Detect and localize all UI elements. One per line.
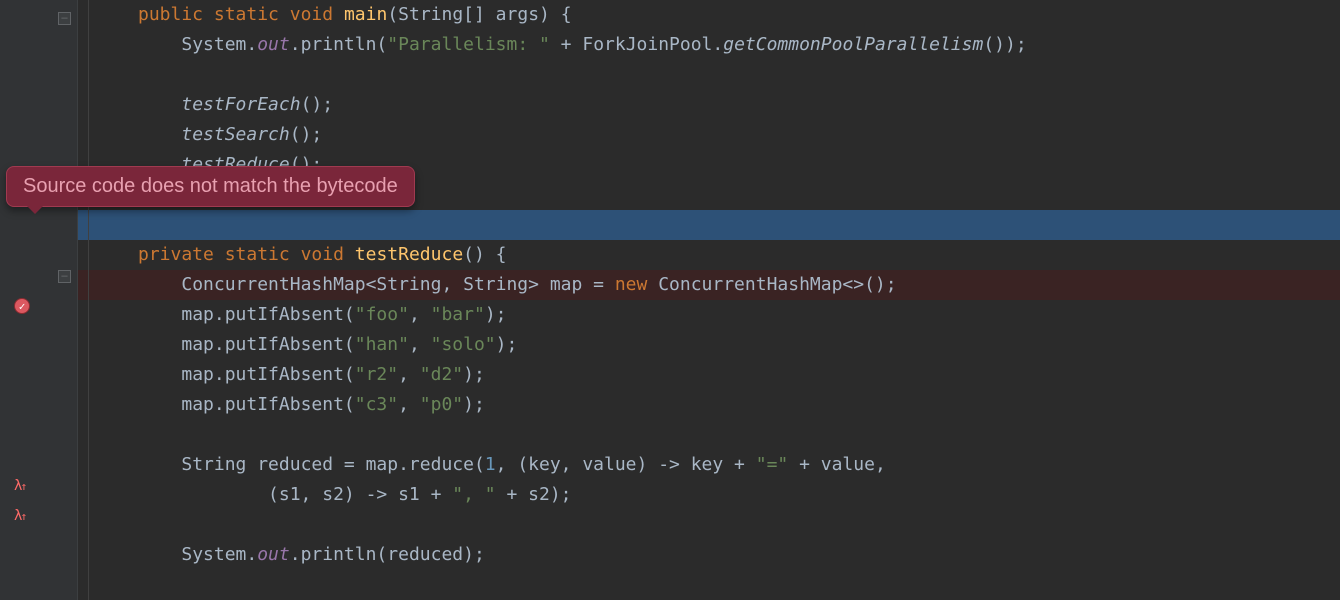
warning-tooltip: Source code does not match the bytecode xyxy=(6,166,415,207)
lambda-gutter-icon[interactable]: λ↑ xyxy=(0,502,77,530)
fold-minus-icon: − xyxy=(58,12,71,25)
code-area[interactable]: public static void main(String[] args) {… xyxy=(78,0,1340,600)
lambda-icon: λ↑ xyxy=(14,508,27,524)
code-line[interactable]: private static void testReduce() { xyxy=(78,240,1340,270)
fold-minus-icon: − xyxy=(58,270,71,283)
code-line[interactable]: testSearch(); xyxy=(78,120,1340,150)
code-line-current[interactable] xyxy=(78,210,1340,240)
breakpoint-validated-icon: ✓ xyxy=(14,298,30,314)
code-line[interactable]: map.putIfAbsent("c3", "p0"); xyxy=(78,390,1340,420)
code-line[interactable] xyxy=(78,510,1340,540)
code-line[interactable] xyxy=(78,420,1340,450)
code-line[interactable]: public static void main(String[] args) { xyxy=(78,0,1340,30)
code-line[interactable]: testForEach(); xyxy=(78,90,1340,120)
breakpoint-icon[interactable]: ✓ xyxy=(0,292,77,320)
code-editor: ▶ − − ✓ λ↑ λ↑ public static void main(St… xyxy=(0,0,1340,600)
code-line[interactable]: System.out.println(reduced); xyxy=(78,540,1340,570)
gutter: ▶ − − ✓ λ↑ λ↑ xyxy=(0,0,78,600)
code-line-breakpoint[interactable]: ConcurrentHashMap<String, String> map = … xyxy=(78,270,1340,300)
fold-handle[interactable]: − xyxy=(0,262,77,290)
code-line[interactable]: String reduced = map.reduce(1, (key, val… xyxy=(78,450,1340,480)
tooltip-text: Source code does not match the bytecode xyxy=(23,175,398,197)
lambda-gutter-icon[interactable]: λ↑ xyxy=(0,472,77,500)
code-line[interactable]: (s1, s2) -> s1 + ", " + s2); xyxy=(78,480,1340,510)
code-line[interactable]: map.putIfAbsent("r2", "d2"); xyxy=(78,360,1340,390)
code-line[interactable]: map.putIfAbsent("foo", "bar"); xyxy=(78,300,1340,330)
code-line[interactable]: System.out.println("Parallelism: " + For… xyxy=(78,30,1340,60)
lambda-icon: λ↑ xyxy=(14,478,27,494)
code-line[interactable]: map.putIfAbsent("han", "solo"); xyxy=(78,330,1340,360)
code-line[interactable] xyxy=(78,60,1340,90)
fold-handle[interactable]: − xyxy=(0,4,77,32)
